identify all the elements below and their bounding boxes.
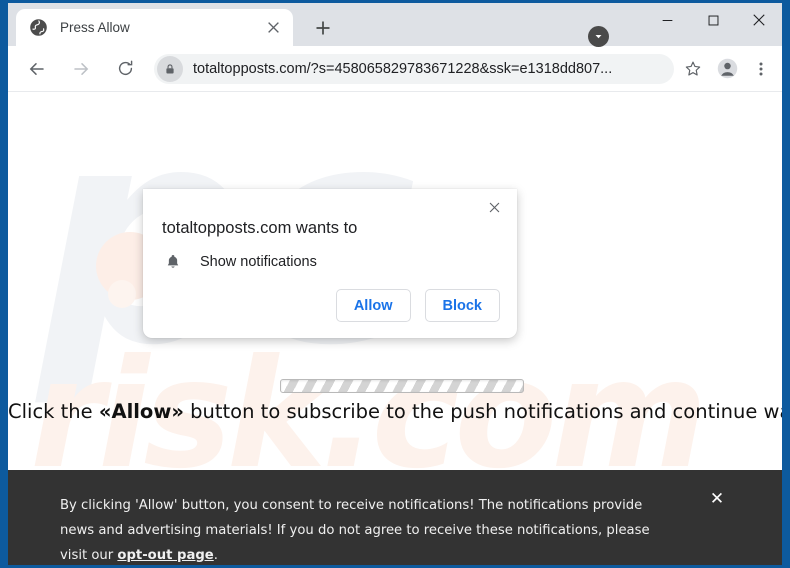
permission-request-label: Show notifications <box>200 254 317 270</box>
watermark-circle <box>108 280 136 308</box>
tab-title: Press Allow <box>60 20 130 35</box>
address-bar[interactable]: totaltopposts.com/?s=458065829783671228&… <box>154 53 674 84</box>
maximize-button[interactable] <box>690 3 736 37</box>
opt-out-link[interactable]: opt-out page <box>117 548 213 563</box>
tab-press-allow[interactable]: Press Allow <box>16 9 293 46</box>
chevron-down-icon[interactable] <box>588 26 609 47</box>
close-icon[interactable] <box>263 18 283 38</box>
bell-icon <box>162 251 184 273</box>
close-icon[interactable] <box>481 194 507 220</box>
consent-text-part2: . <box>213 548 218 563</box>
permission-request-row: Show notifications <box>162 251 317 273</box>
browser-toolbar: totaltopposts.com/?s=458065829783671228&… <box>8 46 782 91</box>
avatar[interactable] <box>712 54 742 84</box>
instruction-bold: «Allow» <box>98 400 184 423</box>
new-tab-button[interactable] <box>311 16 335 40</box>
url-text[interactable]: totaltopposts.com/?s=458065829783671228&… <box>193 61 666 77</box>
minimize-button[interactable] <box>644 3 690 37</box>
block-button[interactable]: Block <box>424 289 500 322</box>
dialog-actions: Allow Block <box>335 289 500 322</box>
menu-icon[interactable] <box>746 54 776 84</box>
dialog-title: totaltopposts.com wants to <box>162 219 358 237</box>
back-icon[interactable] <box>22 54 52 84</box>
consent-banner-text: By clicking 'Allow' button, you consent … <box>60 493 680 565</box>
forward-icon[interactable] <box>66 54 96 84</box>
window-inner: Press Allow totaltopposts.com/?s=4580658… <box>8 3 782 565</box>
close-window-button[interactable] <box>736 3 782 37</box>
globe-icon <box>30 19 47 36</box>
browser-window: Press Allow totaltopposts.com/?s=4580658… <box>0 0 790 568</box>
window-controls <box>644 3 782 41</box>
reload-icon[interactable] <box>110 54 140 84</box>
instruction-text: Click the «Allow» button to subscribe to… <box>8 400 782 423</box>
consent-banner: By clicking 'Allow' button, you consent … <box>8 470 782 565</box>
allow-button[interactable]: Allow <box>335 289 411 322</box>
close-icon[interactable]: ✕ <box>706 488 728 510</box>
page-viewport: pc risk.com Click the «Allow» button to … <box>8 91 782 565</box>
lock-icon[interactable] <box>157 55 183 82</box>
progress-bar <box>280 379 524 393</box>
instruction-suffix: button to subscribe to the push notifica… <box>190 400 782 423</box>
notification-permission-dialog: totaltopposts.com wants to Show notifica… <box>143 189 517 338</box>
star-icon[interactable] <box>678 54 708 84</box>
instruction-prefix: Click the <box>8 400 99 423</box>
tab-strip: Press Allow <box>8 3 782 47</box>
